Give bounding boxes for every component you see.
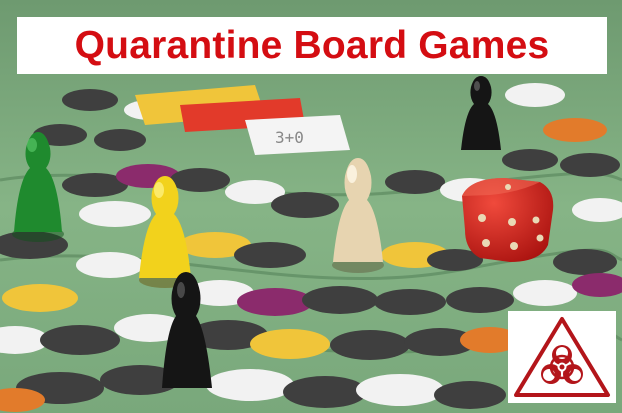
hazard-badge (508, 311, 616, 403)
board-game-photo: 3+0 Quarantine Board Games (0, 0, 622, 413)
red-die (462, 178, 554, 262)
page-title: Quarantine Board Games (74, 23, 550, 67)
biohazard-icon (514, 317, 610, 397)
svg-text:3+0: 3+0 (275, 128, 304, 147)
title-banner: Quarantine Board Games (17, 17, 607, 74)
